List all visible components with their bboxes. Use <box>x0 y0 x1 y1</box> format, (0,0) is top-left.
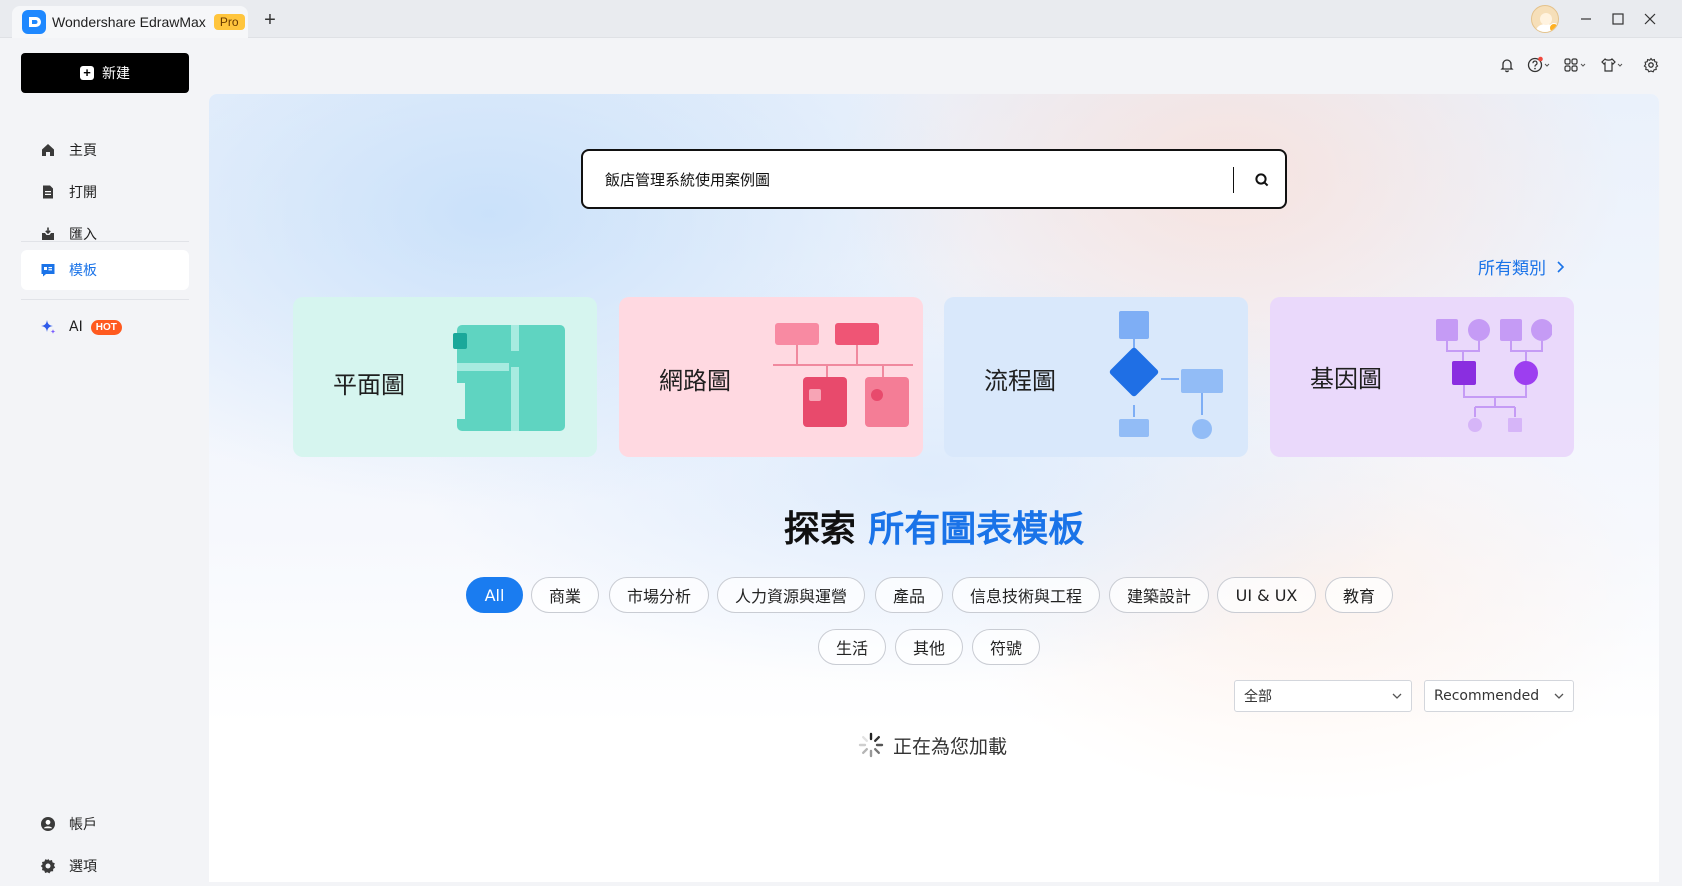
filter-chip[interactable]: 建築設計 <box>1109 577 1209 613</box>
loading-indicator: 正在為您加載 <box>857 731 1007 759</box>
sidebar-item-label: 選項 <box>69 859 97 875</box>
chevron-right-icon <box>1557 260 1565 273</box>
filter-chip[interactable]: 人力資源與運營 <box>717 577 865 613</box>
filter-chip[interactable]: 市場分析 <box>609 577 709 613</box>
sidebar-item-options[interactable]: 選項 <box>21 846 189 886</box>
sidebar-item-open[interactable]: 打開 <box>21 172 189 212</box>
card-label: 流程圖 <box>984 367 1056 395</box>
hero-background <box>209 94 1659 882</box>
sidebar-item-import[interactable]: 匯入 <box>21 214 189 254</box>
card-label: 網路圖 <box>659 367 731 395</box>
maximize-icon[interactable] <box>1603 6 1633 32</box>
plus-icon: + <box>80 66 94 80</box>
explore-heading-prefix: 探索 <box>783 509 856 550</box>
bell-icon[interactable] <box>1492 54 1522 76</box>
sparkle-icon <box>39 318 57 336</box>
network-diagram-icon <box>773 323 913 427</box>
title-bar: Wondershare EdrawMax Pro + <box>0 0 1682 38</box>
sidebar-item-home[interactable]: 主頁 <box>21 130 189 170</box>
home-icon <box>39 141 57 159</box>
all-categories-label: 所有類別 <box>1478 259 1546 279</box>
genogram-icon <box>1436 319 1552 432</box>
filter-chip[interactable]: 符號 <box>972 629 1040 665</box>
sidebar-item-ai[interactable]: AI HOT <box>21 307 189 347</box>
flowchart-icon <box>1109 311 1223 439</box>
category-card-flowchart[interactable]: 流程圖 <box>944 297 1248 457</box>
scope-select[interactable]: 全部 <box>1234 680 1412 712</box>
search-input[interactable] <box>603 159 1203 199</box>
sidebar-item-label: 主頁 <box>69 143 97 159</box>
chevron-down-icon <box>1554 693 1564 699</box>
explore-heading-accent: 所有圖表模板 <box>868 509 1085 550</box>
loading-text: 正在為您加載 <box>893 735 1008 758</box>
app-title: Wondershare EdrawMax <box>52 14 206 30</box>
category-card-network[interactable]: 網路圖 <box>619 297 923 457</box>
scope-select-value: 全部 <box>1244 689 1272 705</box>
help-icon[interactable] <box>1525 54 1555 76</box>
filter-chip[interactable]: UI & UX <box>1217 577 1316 613</box>
edrawmax-logo-icon <box>22 10 46 34</box>
all-categories-link[interactable]: 所有類別 <box>1478 254 1565 279</box>
filter-chip[interactable]: 信息技術與工程 <box>952 577 1100 613</box>
settings-gear-icon[interactable] <box>1636 54 1666 76</box>
explore-heading: 探索 所有圖表模板 <box>209 500 1659 552</box>
pro-badge: Pro <box>213 14 245 30</box>
sidebar-item-label: 模板 <box>69 263 97 279</box>
search-box[interactable] <box>581 149 1287 209</box>
shirt-icon[interactable] <box>1598 54 1628 76</box>
app-tab[interactable]: Wondershare EdrawMax Pro <box>12 6 248 38</box>
sidebar-item-label: 帳戶 <box>69 817 97 833</box>
template-icon <box>39 261 57 279</box>
card-label: 平面圖 <box>333 371 405 399</box>
filter-chip-all[interactable]: All <box>466 577 523 613</box>
account-icon <box>39 815 57 833</box>
sidebar-divider <box>21 241 189 242</box>
new-tab-button[interactable]: + <box>258 8 282 32</box>
sidebar-item-account[interactable]: 帳戶 <box>21 804 189 844</box>
file-icon <box>39 183 57 201</box>
card-label: 基因圖 <box>1310 365 1382 393</box>
search-icon[interactable] <box>1247 166 1277 194</box>
apps-icon[interactable] <box>1561 54 1591 76</box>
spinner-icon <box>858 732 884 758</box>
sidebar-item-label: 打開 <box>69 185 97 201</box>
hot-badge: HOT <box>90 319 122 335</box>
sidebar-item-label: AI <box>69 319 83 335</box>
filter-chip[interactable]: 生活 <box>818 629 886 665</box>
sort-select[interactable]: Recommended <box>1424 680 1574 712</box>
minimize-icon[interactable] <box>1571 6 1601 32</box>
sidebar-divider <box>21 299 189 300</box>
new-button-label: 新建 <box>102 66 130 82</box>
filter-chip[interactable]: 教育 <box>1325 577 1393 613</box>
avatar[interactable] <box>1531 5 1559 33</box>
sidebar-item-templates[interactable]: 模板 <box>21 250 189 290</box>
filter-chip[interactable]: 其他 <box>895 629 963 665</box>
category-card-genogram[interactable]: 基因圖 <box>1270 297 1574 457</box>
filter-chip[interactable]: 產品 <box>875 577 943 613</box>
gear-icon <box>39 857 57 875</box>
chevron-down-icon <box>1392 693 1402 699</box>
close-icon[interactable] <box>1635 6 1665 32</box>
category-card-floor-plan[interactable]: 平面圖 <box>293 297 597 457</box>
new-button[interactable]: + 新建 <box>21 53 189 93</box>
sort-select-value: Recommended <box>1434 688 1540 704</box>
templates-panel: 所有類別 平面圖 網路圖 流 <box>209 94 1659 882</box>
search-divider <box>1233 167 1234 193</box>
sidebar: + 新建 主頁 打開 匯入 模板 AI HOT 帳戶 選項 <box>0 38 208 882</box>
floor-plan-icon <box>453 325 565 431</box>
filter-chip[interactable]: 商業 <box>531 577 599 613</box>
